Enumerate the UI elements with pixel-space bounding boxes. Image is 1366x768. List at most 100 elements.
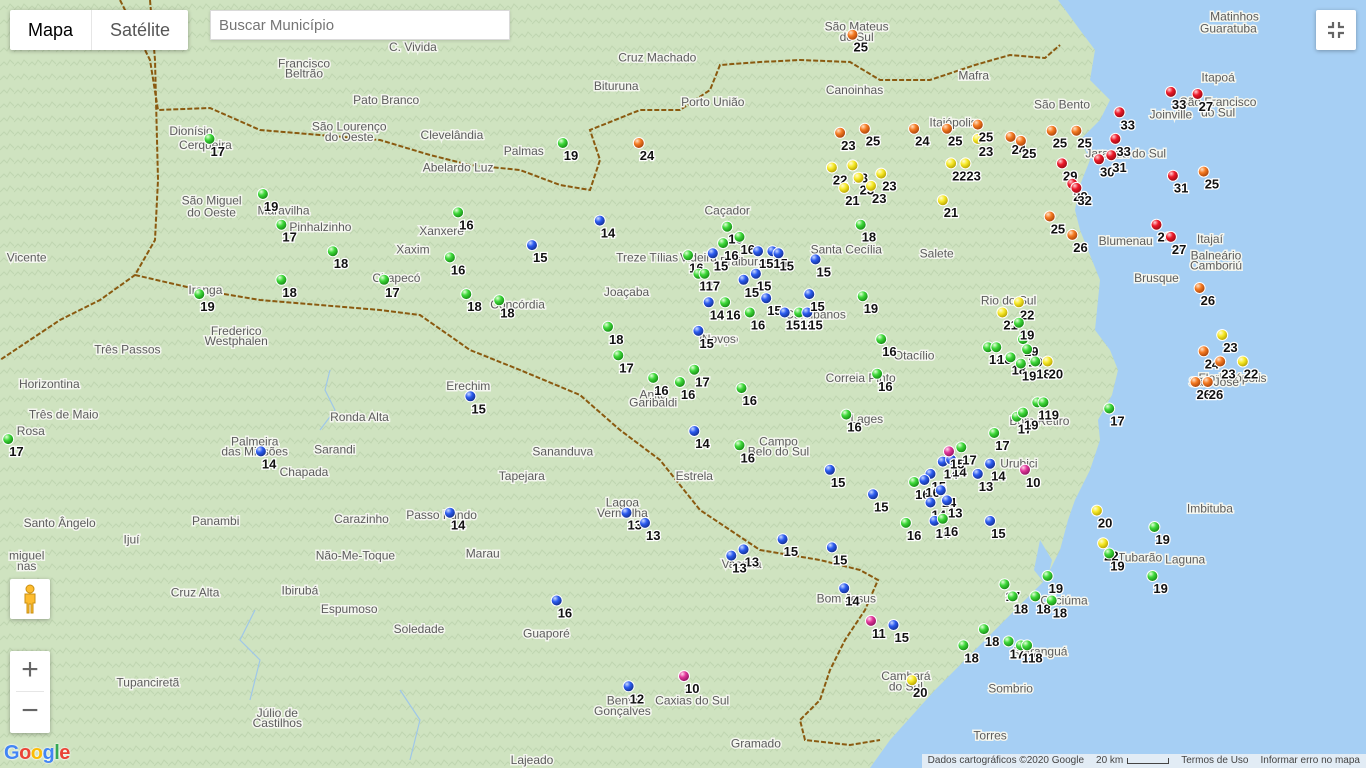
station-red-dot[interactable] [1164, 230, 1177, 243]
station-orange-dot[interactable] [1043, 210, 1056, 223]
station-orange-dot[interactable] [1189, 376, 1202, 388]
station-blue-dot[interactable] [620, 506, 633, 519]
station-green-dot[interactable] [1012, 316, 1025, 329]
station-red-dot[interactable] [1109, 132, 1122, 145]
station-blue-dot[interactable] [254, 445, 267, 458]
station-yellow-dot[interactable] [1012, 296, 1025, 309]
station-green-dot[interactable] [682, 249, 695, 262]
station-blue-dot[interactable] [752, 245, 764, 258]
station-green-dot[interactable] [955, 441, 968, 454]
map-type-map-button[interactable]: Mapa [10, 10, 91, 50]
station-green-dot[interactable] [908, 476, 921, 488]
station-green-dot[interactable] [647, 371, 660, 384]
station-yellow-dot[interactable] [1216, 329, 1229, 341]
station-orange-dot[interactable] [834, 126, 847, 139]
station-blue-dot[interactable] [688, 425, 701, 437]
station-orange-dot[interactable] [941, 122, 953, 135]
station-orange-dot[interactable] [1004, 130, 1017, 143]
station-green-dot[interactable] [326, 245, 339, 258]
station-green-dot[interactable] [275, 218, 288, 231]
station-green-dot[interactable] [256, 188, 269, 200]
station-orange-dot[interactable] [1066, 228, 1079, 241]
station-blue-dot[interactable] [867, 488, 879, 501]
station-orange-dot[interactable] [908, 122, 921, 135]
station-yellow-dot[interactable] [1097, 537, 1110, 550]
station-blue-dot[interactable] [809, 253, 822, 266]
station-green-dot[interactable] [990, 341, 1003, 354]
station-green-dot[interactable] [688, 363, 701, 376]
station-yellow-dot[interactable] [865, 179, 877, 192]
station-green-dot[interactable] [1041, 570, 1054, 582]
station-yellow-dot[interactable] [936, 194, 949, 207]
station-blue-dot[interactable] [702, 296, 715, 309]
station-blue-dot[interactable] [639, 516, 651, 529]
station-orange-dot[interactable] [1214, 355, 1227, 368]
station-green-dot[interactable] [698, 267, 711, 280]
station-green-dot[interactable] [1103, 547, 1116, 560]
station-blue-dot[interactable] [924, 496, 937, 509]
map-canvas[interactable]: FranciscoBeltrãoPato BrancoDionísioCerqu… [0, 0, 1366, 768]
station-orange-dot[interactable] [1014, 134, 1027, 147]
station-magenta-dot[interactable] [678, 670, 690, 683]
station-orange-dot[interactable] [858, 122, 871, 135]
station-yellow-dot[interactable] [846, 159, 859, 172]
station-green-dot[interactable] [957, 639, 970, 652]
station-green-dot[interactable] [443, 251, 456, 264]
station-blue-dot[interactable] [526, 239, 538, 252]
station-blue-dot[interactable] [776, 533, 789, 546]
station-green-dot[interactable] [460, 288, 473, 301]
station-blue-dot[interactable] [772, 247, 785, 260]
station-orange-dot[interactable] [632, 137, 645, 149]
station-green-dot[interactable] [673, 376, 686, 388]
station-blue-dot[interactable] [887, 619, 900, 631]
station-green-dot[interactable] [612, 349, 625, 362]
station-red-dot[interactable] [1113, 106, 1126, 119]
station-green-dot[interactable] [1029, 590, 1042, 603]
station-blue-dot[interactable] [934, 484, 947, 497]
zoom-in-button[interactable]: + [10, 651, 50, 691]
station-blue-dot[interactable] [971, 467, 984, 480]
station-red-dot[interactable] [1164, 85, 1177, 98]
station-green-dot[interactable] [1103, 402, 1116, 415]
station-green-dot[interactable] [1017, 406, 1029, 419]
station-blue-dot[interactable] [984, 514, 997, 527]
google-logo[interactable]: Google [4, 742, 70, 765]
station-magenta-dot[interactable] [1019, 463, 1031, 476]
station-orange-dot[interactable] [971, 118, 984, 131]
station-red-dot[interactable] [1070, 181, 1083, 194]
station-green-dot[interactable] [556, 137, 569, 149]
report-error-link[interactable]: Informar erro no mapa [1255, 754, 1366, 768]
station-green-dot[interactable] [871, 367, 884, 380]
station-blue-dot[interactable] [918, 474, 931, 486]
station-green-dot[interactable] [493, 294, 506, 307]
station-green-dot[interactable] [743, 306, 756, 319]
station-red-dot[interactable] [1105, 149, 1118, 162]
zoom-out-button[interactable]: − [10, 692, 50, 732]
station-green-dot[interactable] [378, 273, 391, 286]
station-magenta-dot[interactable] [943, 445, 955, 458]
station-yellow-dot[interactable] [1041, 355, 1054, 368]
station-red-dot[interactable] [1191, 88, 1204, 100]
station-yellow-dot[interactable] [906, 674, 918, 687]
station-green-dot[interactable] [193, 288, 206, 301]
station-orange-dot[interactable] [1197, 165, 1210, 178]
station-green-dot[interactable] [1021, 639, 1034, 652]
station-orange-dot[interactable] [1197, 345, 1210, 358]
station-green-dot[interactable] [875, 333, 888, 346]
station-green-dot[interactable] [1014, 357, 1027, 370]
station-yellow-dot[interactable] [1236, 355, 1249, 368]
scale-indicator[interactable]: 20 km [1090, 754, 1175, 768]
station-green-dot[interactable] [602, 320, 614, 333]
station-green-dot[interactable] [856, 290, 869, 303]
station-green-dot[interactable] [1021, 343, 1034, 356]
station-green-dot[interactable] [1004, 351, 1017, 364]
station-green-dot[interactable] [275, 273, 288, 286]
station-yellow-dot[interactable] [1090, 504, 1103, 517]
station-red-dot[interactable] [1150, 218, 1163, 231]
station-green-dot[interactable] [733, 439, 746, 452]
station-green-dot[interactable] [854, 218, 867, 231]
station-green-dot[interactable] [977, 623, 990, 636]
station-magenta-dot[interactable] [865, 614, 877, 627]
station-blue-dot[interactable] [464, 390, 477, 403]
fullscreen-button[interactable] [1316, 10, 1356, 50]
